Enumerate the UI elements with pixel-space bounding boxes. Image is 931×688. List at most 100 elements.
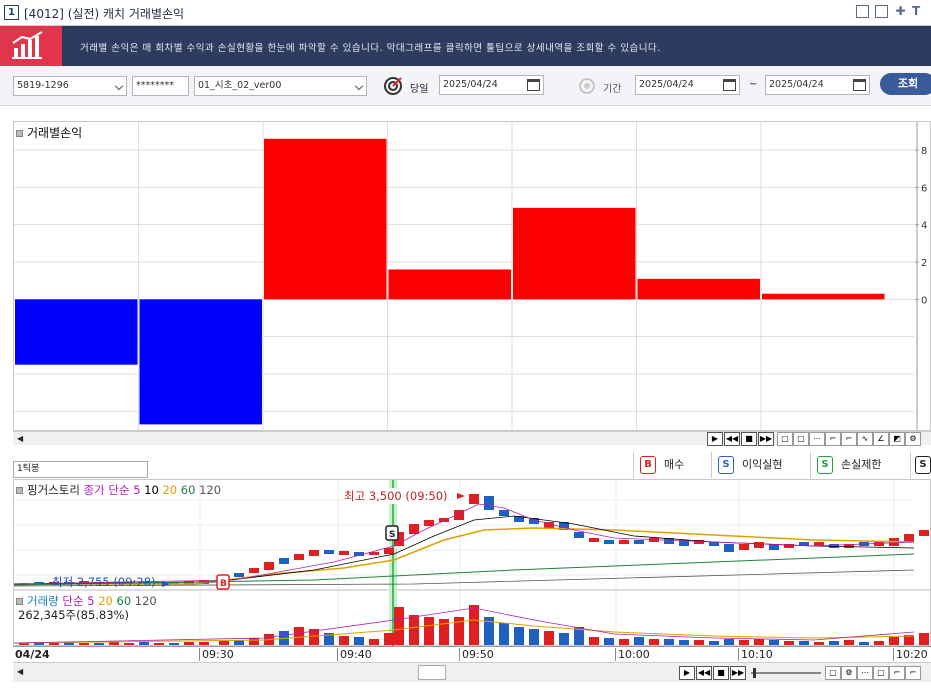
zoom-icon[interactable]: ▢ (777, 432, 793, 446)
copy-icon[interactable]: ▢ (793, 432, 809, 446)
volume-bar (694, 640, 704, 645)
sell-marker-label: S (389, 530, 395, 540)
period-to: 2025/04/24 (769, 79, 824, 90)
calendar-icon[interactable] (853, 79, 866, 91)
volume-bar (394, 607, 404, 645)
volume-bar (294, 627, 304, 645)
zoom-slider-track[interactable] (751, 672, 821, 674)
volume-bar (739, 640, 749, 645)
price-chart-svg: BS (14, 480, 931, 647)
today-date: 2025/04/24 (443, 79, 498, 90)
font-icon[interactable]: T (912, 5, 925, 18)
account-value: 5819-1296 (17, 80, 69, 91)
scroll-right-icon[interactable]: ▶ (707, 432, 723, 446)
volume-bar (514, 627, 524, 645)
volume-bar (369, 639, 379, 645)
volume-bar (649, 639, 659, 645)
scroll-thumb[interactable] (418, 665, 446, 680)
account-select[interactable]: 5819-1296 (13, 76, 127, 96)
settings-icon[interactable]: ⚙ (841, 666, 857, 680)
calendar-icon[interactable] (723, 79, 736, 91)
y-tick-label: 4 (921, 221, 927, 232)
legend-stop-loss: S 손실제한 (810, 452, 907, 478)
chart-tool-icon[interactable]: ⋯ (809, 432, 825, 446)
volume-bar (859, 642, 869, 645)
candle (724, 544, 734, 552)
fast-forward-icon[interactable]: ▶▶ (730, 666, 746, 680)
target-icon[interactable] (383, 76, 403, 96)
query-button[interactable]: 조회 (880, 73, 931, 95)
trend-tool-icon[interactable]: ⌐ (841, 432, 857, 446)
line-tool-icon[interactable]: ⌐ (825, 432, 841, 446)
today-date-field[interactable]: 2025/04/24 (439, 75, 544, 95)
minimize-icon[interactable] (856, 5, 869, 18)
angle-tool-icon[interactable]: ∠ (873, 432, 889, 446)
pnl-title-text: 거래별손익 (27, 126, 83, 140)
square-icon (16, 598, 23, 605)
period-label: 기간 (603, 84, 622, 95)
line-tool-icon[interactable]: ⌐ (889, 666, 905, 680)
period-to-field[interactable]: 2025/04/24 (765, 75, 870, 95)
volume-title: 거래량 (27, 594, 59, 608)
banner-text: 거래별 손익은 매 회차별 수익과 손실현황을 한눈에 파악할 수 있습니다. … (80, 43, 661, 54)
copy-icon[interactable]: ▢ (873, 666, 889, 680)
chart-tool-icon[interactable]: ⋯ (857, 666, 873, 680)
stop-icon[interactable]: ■ (713, 666, 729, 680)
calendar-icon[interactable] (527, 79, 540, 91)
rewind-icon[interactable]: ◀◀ (696, 666, 712, 680)
candle (249, 568, 259, 573)
period-radio[interactable] (578, 77, 596, 95)
restore-icon[interactable] (875, 5, 888, 18)
scroll-right-icon[interactable]: ▶ (679, 666, 695, 680)
fast-forward-icon[interactable]: ▶▶ (758, 432, 774, 446)
legend-buy-label: 매수 (664, 458, 685, 471)
scroll-left-icon[interactable]: ◀ (17, 434, 23, 443)
buy-icon: B (640, 456, 656, 474)
fill-tool-icon[interactable]: ◩ (889, 432, 905, 446)
price-chart: BS 핑거스토리 종가 단순 5 10 20 60 120 최고 3,500 (… (13, 479, 931, 647)
candle (634, 540, 644, 544)
settings-tool-icon[interactable]: ⚙ (905, 432, 921, 446)
candle (574, 532, 584, 538)
vol-ma60-label: 60 (116, 594, 132, 608)
axis-tick: 09:40 (337, 648, 372, 661)
zoom-slider-handle[interactable] (753, 668, 756, 678)
strategy-select[interactable]: 01_시초_02_ver00 (194, 76, 367, 96)
legend-stop-label: 손실제한 (841, 458, 882, 471)
price-scrollbar[interactable]: ◀ ▶ ◀◀ ■ ▶▶ ▢ ⚙ ⋯ ▢ ⌐ ⌐ (13, 662, 931, 682)
pnl-bar (264, 138, 387, 300)
interval-field[interactable]: 1틱봉 (13, 461, 148, 478)
window-number: 1 (4, 5, 19, 20)
pnl-bar (139, 299, 262, 425)
low-price-label: 최저 2,755 (09:28) (52, 575, 156, 589)
volume-bar (784, 641, 794, 645)
candle (754, 542, 764, 548)
wave-tool-icon[interactable]: ∿ (857, 432, 873, 446)
vol-ma120-label: 120 (134, 594, 157, 608)
scroll-left-icon[interactable]: ◀ (17, 667, 23, 676)
trend-tool-icon[interactable]: ⌐ (905, 666, 921, 680)
volume-bar (469, 605, 479, 645)
volume-bar (384, 633, 394, 645)
extra-s-icon: S (915, 456, 931, 474)
time-axis: 04/24 09:30 09:40 09:50 10:00 10:10 10:2… (13, 646, 931, 662)
volume-bar (919, 633, 929, 645)
volume-bar (589, 637, 599, 645)
stop-icon[interactable]: ■ (741, 432, 757, 446)
pnl-scrollbar[interactable]: ◀ ▶ ◀◀ ■ ▶▶ ▢ ▢ ⋯ ⌐ ⌐ ∿ ∠ ◩ ⚙ (13, 431, 931, 446)
pnl-bar-chart: 8 6 4 2 0 거래별손익 (13, 121, 931, 431)
zoom-icon[interactable]: ▢ (825, 666, 841, 680)
period-from-field[interactable]: 2025/04/24 (635, 75, 740, 95)
rewind-icon[interactable]: ◀◀ (724, 432, 740, 446)
candle (424, 520, 434, 526)
candle (339, 551, 349, 555)
volume-bar (709, 641, 719, 645)
candle (264, 562, 274, 570)
password-field[interactable]: ******** (132, 76, 189, 96)
strategy-value: 01_시초_02_ver00 (198, 80, 282, 91)
volume-value: 262,345주(85.83%) (18, 608, 129, 622)
candle (709, 542, 719, 546)
price-title: 핑거스토리 (27, 483, 80, 497)
pin-icon[interactable]: ✚ (894, 5, 907, 18)
password-value: ******** (136, 80, 174, 91)
